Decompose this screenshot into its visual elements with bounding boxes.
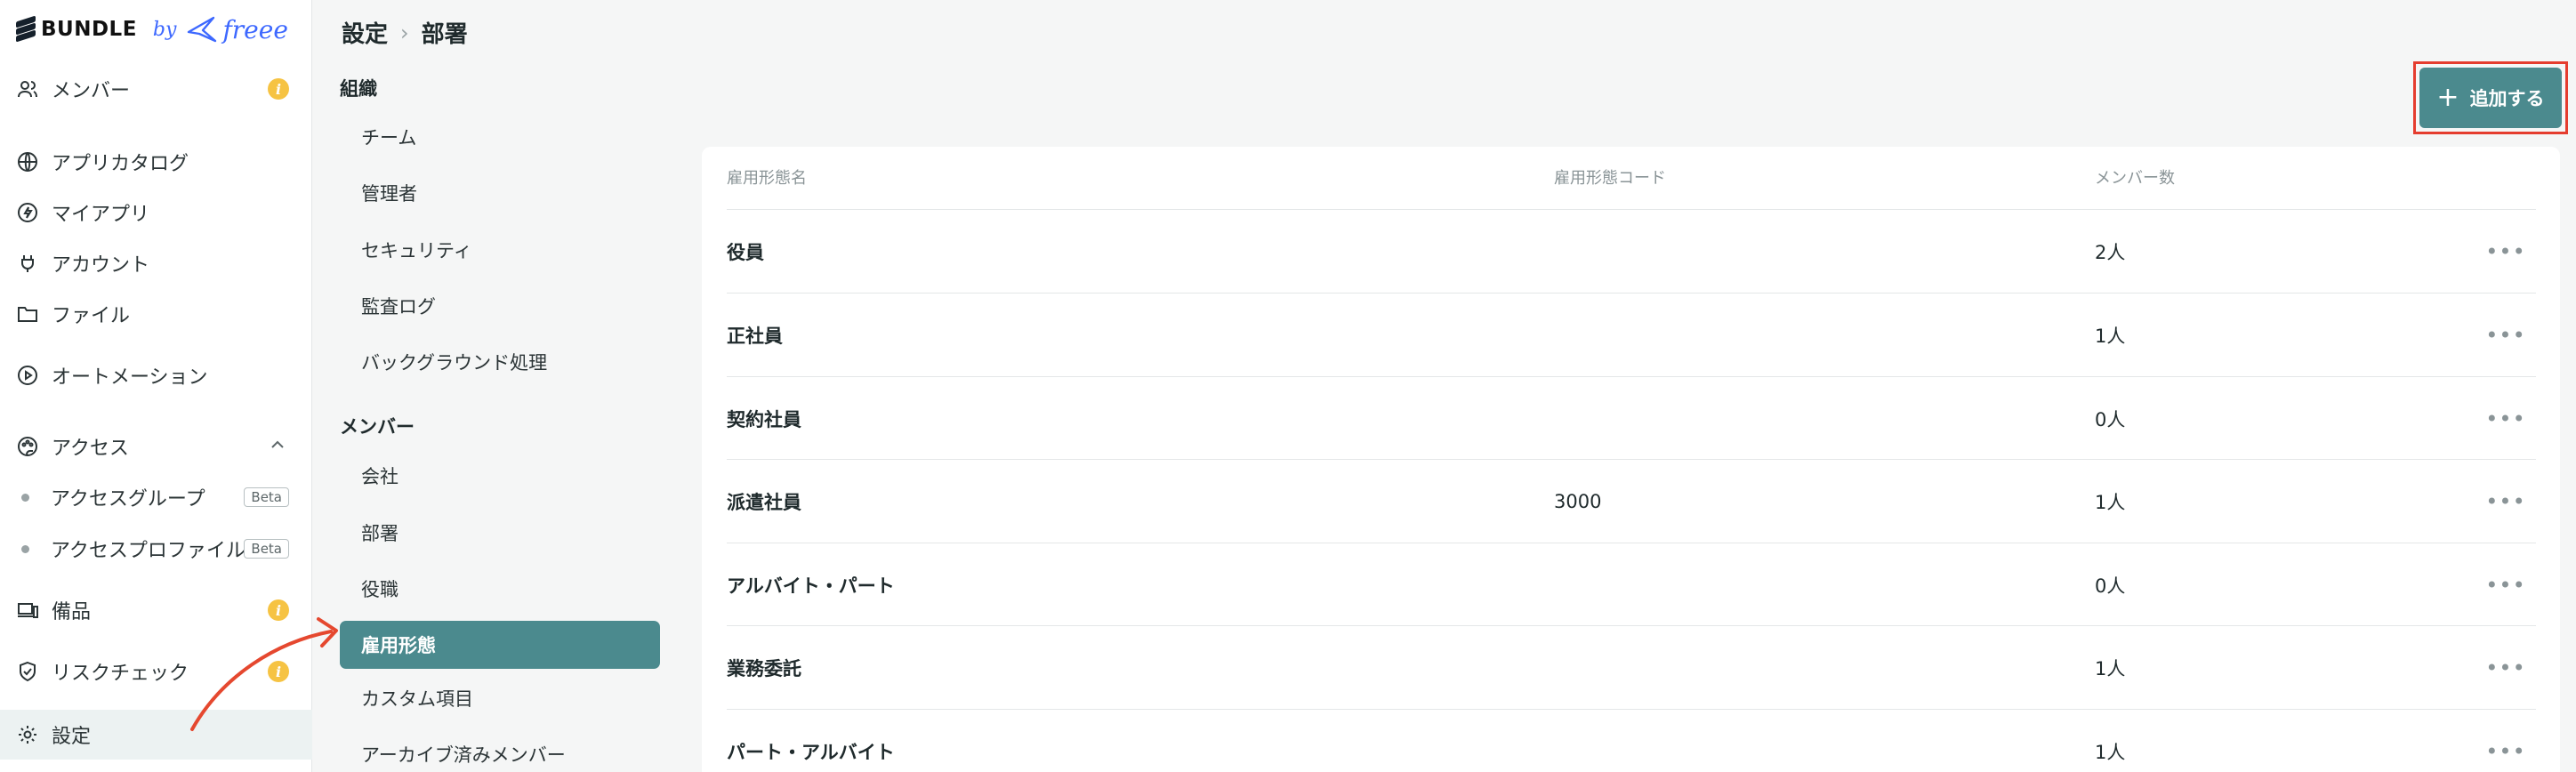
play-circle-icon: [16, 364, 39, 387]
table-row[interactable]: 派遣社員 3000 1人 •••: [727, 459, 2536, 543]
row-count: 1人: [2095, 658, 2126, 680]
menu-item-company[interactable]: 会社: [340, 452, 660, 500]
sidebar-item-label: マイアプリ: [52, 204, 150, 226]
row-name: 派遣社員: [727, 492, 801, 513]
sidebar-item-access[interactable]: アクセス: [0, 423, 312, 470]
sidebar-item-files[interactable]: ファイル: [0, 291, 312, 337]
table-row[interactable]: 契約社員 0人 •••: [727, 376, 2536, 460]
more-options-icon[interactable]: •••: [2485, 294, 2524, 377]
table-row[interactable]: アルバイト・パート 0人 •••: [727, 543, 2536, 626]
users-icon: [16, 77, 39, 101]
row-code: 3000: [1554, 491, 1602, 512]
sidebar-item-label: アクセスプロファイル: [51, 540, 246, 562]
menu-item-position[interactable]: 役職: [340, 565, 660, 613]
add-button[interactable]: + 追加する: [2419, 68, 2562, 128]
brand-name: BUNDLE: [41, 18, 137, 41]
row-name: 契約社員: [727, 409, 801, 430]
row-count: 0人: [2095, 409, 2126, 430]
add-button-label: 追加する: [2469, 88, 2545, 109]
folder-icon: [16, 302, 39, 326]
menu-item-employment-type[interactable]: 雇用形態: [340, 621, 660, 669]
menu-section-org: 組織: [340, 78, 377, 100]
breadcrumb-current: 部署: [421, 21, 468, 48]
sidebar-item-members[interactable]: メンバー i: [0, 66, 312, 112]
table-row[interactable]: パート・アルバイト 1人 •••: [727, 709, 2536, 772]
sidebar-item-label: オートメーション: [52, 366, 208, 389]
beta-badge: Beta: [244, 487, 289, 507]
sidebar-item-label: メンバー: [52, 80, 131, 102]
sidebar-item-label: アクセス: [52, 438, 129, 460]
column-header-name: 雇用形態名: [727, 169, 807, 188]
row-count: 1人: [2095, 742, 2126, 763]
brand-by: by: [152, 18, 177, 41]
sidebar-item-accounts[interactable]: アカウント: [0, 240, 312, 286]
row-name: 役員: [727, 242, 764, 263]
sidebar-item-access-groups[interactable]: アクセスグループ Beta: [0, 474, 312, 520]
menu-item-security[interactable]: セキュリティ: [340, 226, 660, 274]
sidebar-item-label: ファイル: [52, 305, 131, 327]
menu-item-admins[interactable]: 管理者: [340, 169, 660, 217]
info-badge-icon: i: [268, 78, 289, 100]
more-options-icon[interactable]: •••: [2485, 710, 2524, 772]
more-options-icon[interactable]: •••: [2485, 460, 2524, 543]
row-name: アルバイト・パート: [727, 575, 895, 597]
sidebar-item-label: アクセスグループ: [51, 488, 205, 511]
devices-icon: [16, 599, 39, 622]
more-options-icon[interactable]: •••: [2485, 377, 2524, 461]
menu-item-archived-members[interactable]: アーカイブ済みメンバー: [340, 730, 660, 772]
freee-bird-icon: [188, 16, 217, 43]
sidebar-item-label: アプリカタログ: [52, 153, 189, 175]
beta-badge: Beta: [244, 539, 289, 559]
menu-item-team[interactable]: チーム: [340, 113, 660, 161]
freee-logo: freee: [187, 14, 288, 44]
more-options-icon[interactable]: •••: [2485, 626, 2524, 710]
row-name: パート・アルバイト: [727, 742, 895, 763]
chevron-right-icon: ›: [400, 20, 409, 45]
column-header-count: メンバー数: [2095, 169, 2175, 188]
sidebar-item-app-catalog[interactable]: アプリカタログ: [0, 139, 312, 185]
bullet-icon: [21, 544, 29, 553]
more-options-icon[interactable]: •••: [2485, 210, 2524, 294]
menu-item-audit-log[interactable]: 監査ログ: [340, 282, 660, 330]
row-name: 正社員: [727, 326, 783, 347]
freee-wordmark: freee: [222, 14, 288, 44]
plus-icon: +: [2436, 82, 2459, 113]
bolt-icon: [16, 201, 39, 224]
menu-section-members: メンバー: [340, 416, 415, 438]
chevron-up-icon[interactable]: [270, 437, 286, 456]
brand-logo[interactable]: BUNDLE by freee: [14, 11, 288, 48]
row-count: 1人: [2095, 492, 2126, 513]
plug-icon: [16, 252, 39, 275]
column-header-code: 雇用形態コード: [1554, 169, 1666, 188]
shield-check-icon: [16, 660, 39, 683]
globe-icon: [16, 150, 39, 173]
sidebar-item-label: 備品: [52, 601, 92, 623]
menu-item-department[interactable]: 部署: [340, 509, 660, 557]
row-count: 2人: [2095, 242, 2126, 263]
sidebar-item-label: アカウント: [52, 254, 150, 277]
annotation-arrow: [190, 617, 338, 731]
breadcrumb: 設定 › 部署: [342, 16, 468, 49]
gear-icon: [16, 723, 39, 746]
sidebar-item-access-profiles[interactable]: アクセスプロファイル Beta: [0, 526, 312, 572]
sidebar-item-label: リスクチェック: [52, 663, 189, 685]
row-count: 0人: [2095, 575, 2126, 597]
palette-icon: [16, 435, 39, 458]
table-row[interactable]: 役員 2人 •••: [727, 209, 2536, 293]
table-row[interactable]: 正社員 1人 •••: [727, 293, 2536, 376]
table-row[interactable]: 業務委託 1人 •••: [727, 625, 2536, 709]
row-count: 1人: [2095, 326, 2126, 347]
sidebar-item-automation[interactable]: オートメーション: [0, 352, 312, 398]
breadcrumb-root[interactable]: 設定: [342, 16, 388, 49]
sidebar-item-label: 設定: [52, 726, 92, 748]
sidebar-item-my-apps[interactable]: マイアプリ: [0, 189, 312, 236]
menu-item-background-jobs[interactable]: バックグラウンド処理: [340, 338, 660, 386]
add-button-highlight: + 追加する: [2413, 61, 2568, 134]
bundle-logo-icon: [14, 15, 37, 43]
more-options-icon[interactable]: •••: [2485, 543, 2524, 627]
row-name: 業務委託: [727, 658, 801, 680]
menu-item-custom-fields[interactable]: カスタム項目: [340, 674, 660, 722]
bullet-icon: [21, 493, 29, 502]
